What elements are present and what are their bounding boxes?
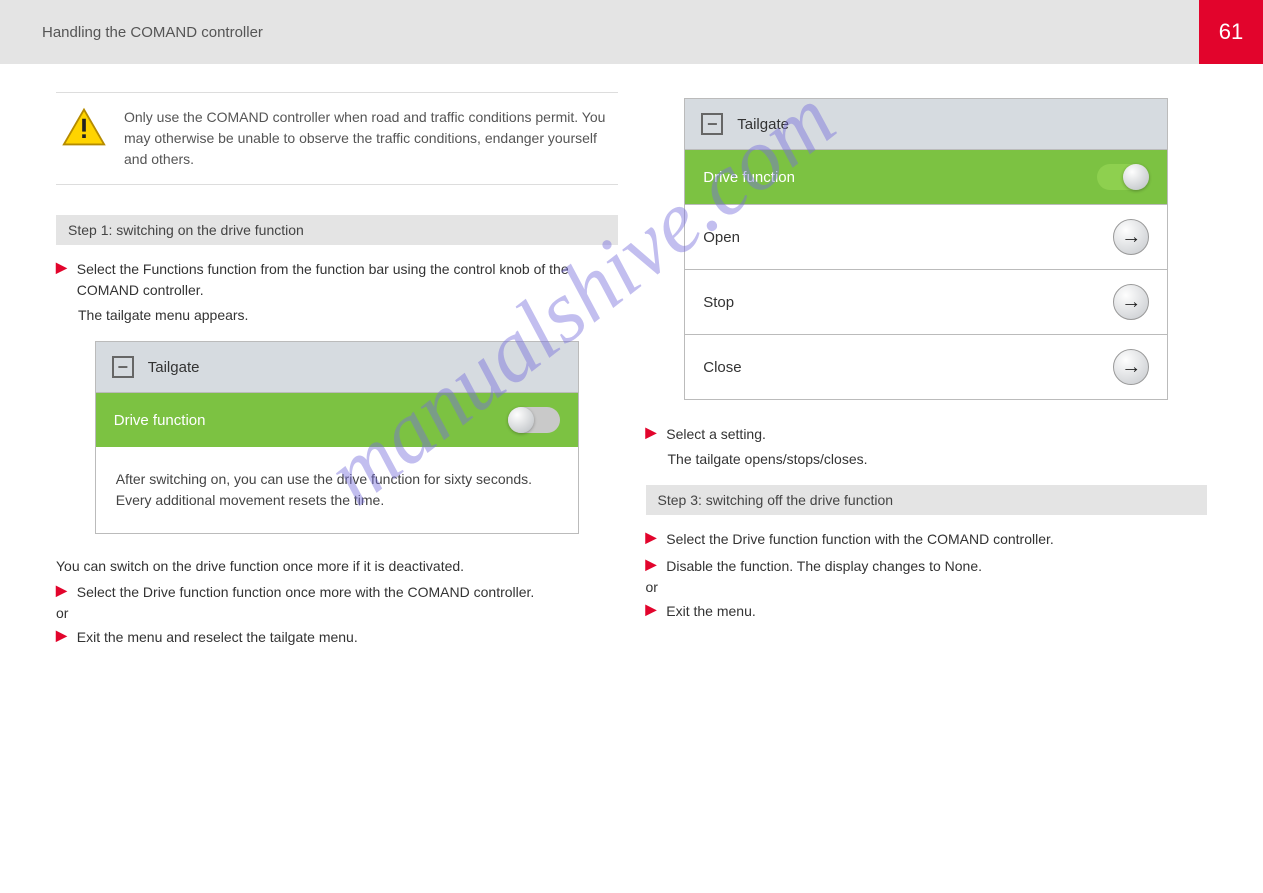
header-bar: Handling the COMAND controller (0, 0, 1263, 64)
triangle-bullet-icon: ▶ (56, 259, 67, 301)
bullet-item: ▶ Exit the menu. (646, 601, 1208, 622)
triangle-bullet-icon: ▶ (646, 529, 657, 550)
toggle-off-icon[interactable] (508, 407, 560, 433)
panel-title: Tailgate (148, 359, 200, 376)
lead-text: You can switch on the drive function onc… (56, 558, 618, 574)
warning-box: Only use the COMAND controller when road… (56, 92, 618, 185)
triangle-bullet-icon: ▶ (646, 601, 657, 622)
drive-function-row[interactable]: Drive function (685, 149, 1167, 204)
panel-description: After switching on, you can use the driv… (96, 447, 578, 533)
bullet-text: Select the Functions function from the f… (77, 259, 618, 301)
step-1-heading: Step 1: switching on the drive function (56, 215, 618, 245)
bullet-item: ▶ Select the Drive function function onc… (56, 582, 618, 603)
result-text: The tailgate opens/stops/closes. (668, 451, 1208, 467)
arrow-right-icon[interactable]: → (1113, 219, 1149, 255)
bullet-text: Exit the menu and reselect the tailgate … (77, 627, 358, 648)
bullet-item: ▶ Exit the menu and reselect the tailgat… (56, 627, 618, 648)
or-text: or (646, 579, 1208, 595)
bullet-text: Select the Drive function function with … (666, 529, 1054, 550)
drive-function-row[interactable]: Drive function (96, 392, 578, 447)
header-title: Handling the COMAND controller (42, 24, 263, 41)
toggle-on-icon[interactable] (1097, 164, 1149, 190)
row-label: Drive function (114, 412, 206, 429)
panel-header[interactable]: − Tailgate (685, 99, 1167, 149)
bullet-item: ▶ Select a setting. (646, 424, 1208, 445)
warning-text: Only use the COMAND controller when road… (124, 107, 612, 170)
triangle-bullet-icon: ▶ (56, 582, 67, 603)
step-3-heading: Step 3: switching off the drive function (646, 485, 1208, 515)
row-label: Close (703, 359, 741, 376)
triangle-bullet-icon: ▶ (646, 424, 657, 445)
stop-row[interactable]: Stop → (685, 269, 1167, 334)
open-row[interactable]: Open → (685, 204, 1167, 269)
collapse-icon[interactable]: − (112, 356, 134, 378)
warning-icon (62, 107, 106, 147)
bullet-text: Select a setting. (666, 424, 766, 445)
panel-header[interactable]: − Tailgate (96, 342, 578, 392)
collapse-icon[interactable]: − (701, 113, 723, 135)
page-number-tab: 61 (1199, 0, 1263, 64)
tailgate-panel-b: − Tailgate Drive function Open → Stop → … (684, 98, 1168, 400)
panel-title: Tailgate (737, 116, 789, 133)
row-label: Stop (703, 294, 734, 311)
row-label: Drive function (703, 169, 795, 186)
arrow-right-icon[interactable]: → (1113, 284, 1149, 320)
bullet-text: Exit the menu. (666, 601, 756, 622)
bullet-item: ▶ Select the Functions function from the… (56, 259, 618, 301)
tailgate-panel-a: − Tailgate Drive function After switchin… (95, 341, 579, 534)
bullet-item: ▶ Disable the function. The display chan… (646, 556, 1208, 577)
right-column: − Tailgate Drive function Open → Stop → … (632, 64, 1222, 650)
left-column: Only use the COMAND controller when road… (42, 64, 632, 650)
arrow-right-icon[interactable]: → (1113, 349, 1149, 385)
or-text: or (56, 605, 618, 621)
row-label: Open (703, 229, 740, 246)
bullet-item: ▶ Select the Drive function function wit… (646, 529, 1208, 550)
result-text: The tailgate menu appears. (78, 307, 618, 323)
close-row[interactable]: Close → (685, 334, 1167, 399)
triangle-bullet-icon: ▶ (56, 627, 67, 648)
triangle-bullet-icon: ▶ (646, 556, 657, 577)
page-number: 61 (1219, 19, 1243, 45)
bullet-text: Disable the function. The display change… (666, 556, 982, 577)
bullet-text: Select the Drive function function once … (77, 582, 535, 603)
